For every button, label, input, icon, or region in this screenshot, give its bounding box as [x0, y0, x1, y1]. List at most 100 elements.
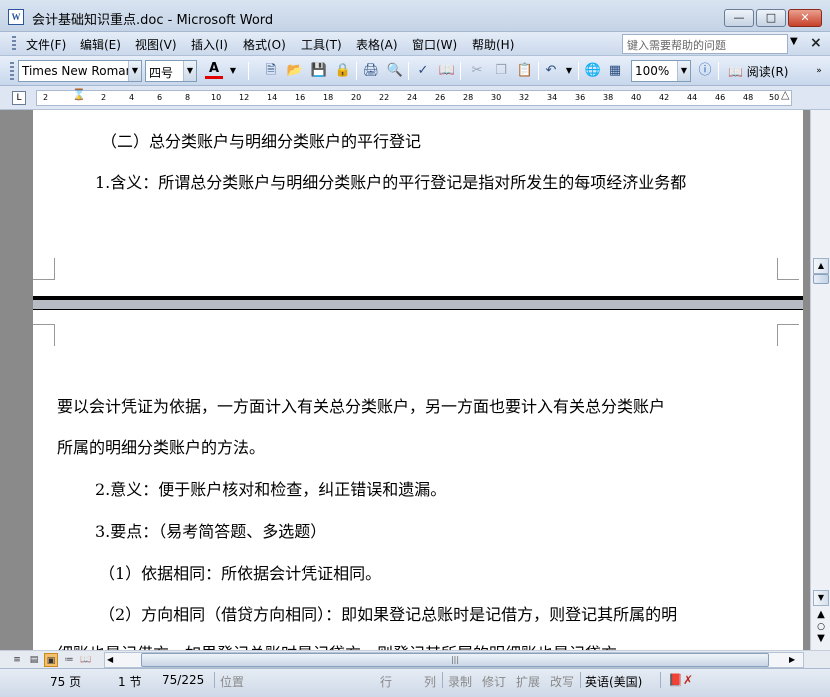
font-color-dropdown-icon[interactable]: ▼: [224, 62, 242, 80]
toolbar-separator: [718, 62, 719, 80]
status-language[interactable]: 英语(美国): [585, 673, 642, 690]
research-icon[interactable]: 📖: [438, 62, 456, 80]
zoom-combo[interactable]: 100% ▼: [631, 60, 691, 82]
scroll-right-arrow-icon[interactable]: ▶: [789, 655, 795, 664]
status-page: 75 页: [50, 675, 82, 689]
print-preview-icon[interactable]: 🔍: [386, 62, 404, 80]
help-search-input[interactable]: 键入需要帮助的问题: [622, 34, 788, 54]
normal-view-icon[interactable]: ≡: [10, 653, 24, 667]
formatting-toolbar: Times New Roman ▼ 四号 ▼ A ▼ 🗎 📂 💾 🔒 🖨 🔍 ✓…: [0, 56, 830, 86]
ruler-tick: 34: [547, 93, 558, 102]
tab-stop-selector-icon[interactable]: L: [12, 91, 26, 105]
hyperlink-icon[interactable]: 🌐: [584, 62, 602, 80]
menu-insert[interactable]: 插入(I): [191, 36, 228, 53]
horizontal-ruler[interactable]: 2 ⌛ 2 4 6 8 10 12 14 16 18 20 22 24 26 2…: [36, 88, 792, 106]
menu-format[interactable]: 格式(O): [243, 36, 286, 53]
ruler-tick: 44: [687, 93, 698, 102]
menu-file[interactable]: 文件(F): [26, 36, 66, 53]
horizontal-scrollbar[interactable]: ◀ ||| ▶: [104, 652, 804, 668]
chevron-down-icon[interactable]: ▼: [677, 61, 690, 81]
indent-marker-icon[interactable]: ⌛: [72, 88, 86, 101]
ruler-tick: 48: [743, 93, 754, 102]
permission-icon[interactable]: 🔒: [334, 62, 352, 80]
document-area[interactable]: （二）总分类账户与明细分类账户的平行登记 1.含义：所谓总分类账户与明细分类账户…: [0, 110, 810, 650]
document-page[interactable]: （二）总分类账户与明细分类账户的平行登记 1.含义：所谓总分类账户与明细分类账户…: [33, 110, 803, 296]
menubar-grip[interactable]: [12, 36, 16, 52]
font-color-icon[interactable]: A: [205, 62, 223, 79]
paragraph-line[interactable]: 所属的明细分类账户的方法。: [57, 434, 265, 458]
toolbar-grip[interactable]: [10, 62, 14, 80]
ruler-tick: 36: [575, 93, 586, 102]
ruler-tick: 20: [351, 93, 362, 102]
scrollbar-thumb[interactable]: [813, 274, 829, 284]
paragraph-line[interactable]: （2）方向相同（借贷方向相同）：即如果登记总账时是记借方，则登记其所属的明: [99, 601, 677, 625]
ruler-tick: 40: [631, 93, 642, 102]
new-document-icon[interactable]: 🗎: [262, 62, 280, 80]
ruler-tick: 14: [267, 93, 278, 102]
paragraph-line[interactable]: 2.意义：便于账户核对和检查，纠正错误和遗漏。: [95, 476, 446, 500]
outline-view-icon[interactable]: ≔: [62, 653, 76, 667]
cut-icon[interactable]: ✂: [468, 62, 486, 80]
spelling-status-icon[interactable]: 📕✗: [668, 673, 693, 687]
scroll-left-arrow-icon[interactable]: ◀: [107, 655, 113, 664]
paragraph-line[interactable]: 1.含义：所谓总分类账户与明细分类账户的平行登记是指对所发生的每项经济业务都: [95, 169, 686, 193]
scroll-up-arrow-icon[interactable]: ▲: [813, 258, 829, 274]
undo-dropdown-icon[interactable]: ▼: [560, 62, 578, 80]
word-app-icon[interactable]: W: [8, 9, 24, 25]
toolbar-separator: [538, 62, 539, 80]
ruler-tick: 4: [129, 93, 135, 102]
toolbar-separator: [248, 62, 249, 80]
next-page-icon[interactable]: ▼: [813, 632, 829, 648]
ruler-tick: 38: [603, 93, 614, 102]
save-icon[interactable]: 💾: [310, 62, 328, 80]
toolbar-options-icon[interactable]: »: [810, 62, 828, 80]
book-icon: 📖: [728, 65, 743, 79]
chevron-down-icon[interactable]: ▼: [128, 61, 141, 81]
status-extend-selection[interactable]: 扩展: [516, 673, 540, 690]
menu-help[interactable]: 帮助(H): [472, 36, 514, 53]
menu-view[interactable]: 视图(V): [135, 36, 177, 53]
scroll-down-arrow-icon[interactable]: ▼: [813, 590, 829, 606]
paste-icon[interactable]: 📋: [516, 62, 534, 80]
menu-tools[interactable]: 工具(T): [301, 36, 342, 53]
paragraph-line[interactable]: 细账也是记借方，如果登记总账时是记贷方，则登记其所属的明细账也是记贷方。: [57, 640, 633, 650]
print-layout-view-icon[interactable]: ▣: [44, 653, 58, 667]
insert-table-icon[interactable]: ▦: [606, 62, 624, 80]
document-page[interactable]: 要以会计凭证为依据，一方面计入有关总分类账户，另一方面也要计入有关总分类账户 所…: [33, 310, 803, 650]
maximize-button[interactable]: □: [756, 9, 786, 27]
undo-icon[interactable]: ↶: [542, 62, 560, 80]
menu-window[interactable]: 窗口(W): [412, 36, 457, 53]
ruler-tick: 8: [185, 93, 191, 102]
paragraph-line[interactable]: （二）总分类账户与明细分类账户的平行登记: [101, 128, 421, 152]
read-mode-button[interactable]: 📖 阅读(R): [728, 63, 788, 80]
right-indent-marker-icon[interactable]: △: [781, 88, 789, 101]
web-layout-view-icon[interactable]: ▤: [27, 653, 41, 667]
hscroll-thumb[interactable]: |||: [141, 653, 769, 667]
open-folder-icon[interactable]: 📂: [286, 62, 304, 80]
help-dropdown-arrow-icon[interactable]: ▼: [790, 36, 798, 47]
ruler-tick: 24: [407, 93, 418, 102]
minimize-button[interactable]: —: [724, 9, 754, 27]
status-record-macro[interactable]: 录制: [448, 673, 472, 690]
spelling-check-icon[interactable]: ✓: [414, 62, 432, 80]
close-icon: ✕: [800, 11, 810, 24]
paragraph-line[interactable]: 要以会计凭证为依据，一方面计入有关总分类账户，另一方面也要计入有关总分类账户: [57, 393, 665, 417]
status-track-changes[interactable]: 修订: [482, 673, 506, 690]
menu-edit[interactable]: 编辑(E): [80, 36, 121, 53]
ruler-tick: 18: [323, 93, 334, 102]
status-overtype[interactable]: 改写: [550, 673, 574, 690]
paragraph-line[interactable]: 3.要点：（易考简答题、多选题）: [95, 518, 326, 542]
vertical-scrollbar[interactable]: ▲ ▼ ▲ ○ ▼: [810, 110, 830, 650]
paragraph-line[interactable]: （1）依据相同：所依据会计凭证相同。: [99, 560, 381, 584]
document-close-icon[interactable]: ×: [810, 35, 822, 51]
chevron-down-icon[interactable]: ▼: [183, 61, 196, 81]
close-button[interactable]: ✕: [788, 9, 822, 27]
menu-table[interactable]: 表格(A): [356, 36, 398, 53]
status-separator: [580, 672, 581, 688]
reading-layout-view-icon[interactable]: 📖: [79, 653, 93, 667]
print-icon[interactable]: 🖨: [362, 62, 380, 80]
font-name-combo[interactable]: Times New Roman ▼: [18, 60, 142, 82]
help-icon[interactable]: ⓘ: [696, 62, 714, 80]
font-size-combo[interactable]: 四号 ▼: [145, 60, 197, 82]
copy-icon[interactable]: ❐: [492, 62, 510, 80]
